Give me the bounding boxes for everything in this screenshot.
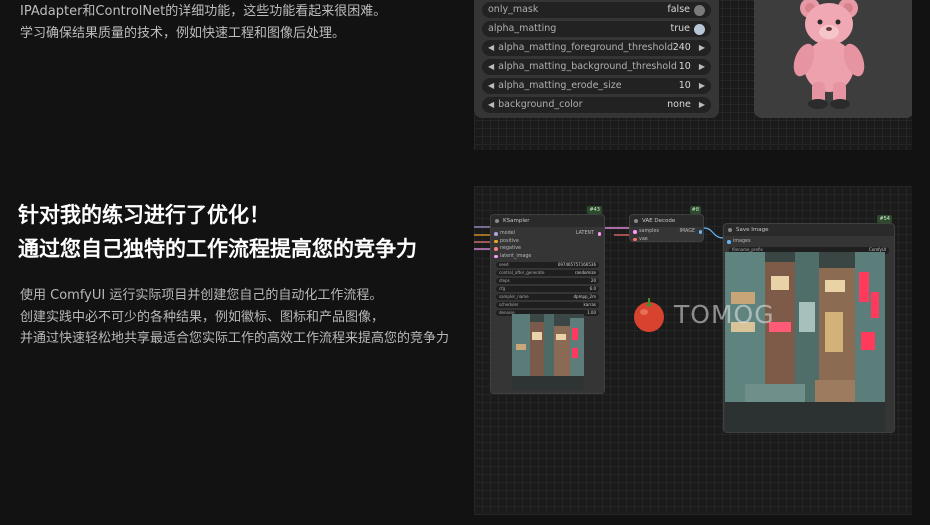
input-slot-vae[interactable]: vae xyxy=(630,236,703,244)
cfg-widget[interactable]: cfg 6.0 xyxy=(496,285,599,292)
section-headline: 针对我的练习进行了优化！ 通过您自己独特的工作流程提高您的竞争力 xyxy=(18,198,474,266)
save-image-title[interactable]: Save Image xyxy=(724,224,894,236)
intro-line-2: 学习确保结果质量的技术，例如快速工程和图像后处理。 xyxy=(20,26,346,41)
input-slot-positive[interactable]: positive xyxy=(491,238,604,246)
section-body: 使用 ComfyUI 运行实际项目并创建您自己的自动化工作流程。 创建实践中必不… xyxy=(20,285,474,350)
decrement-arrow-icon[interactable]: ◀ xyxy=(488,40,494,56)
intro-line-1: IPAdapter和ControlNet的详细功能，这些功能看起来很困难。 xyxy=(20,4,387,19)
toggle-knob-icon xyxy=(694,4,705,16)
only-mask-toggle[interactable]: only_mask false xyxy=(482,2,711,18)
image-preview-node[interactable] xyxy=(754,0,912,118)
node-id-badge: #54 xyxy=(877,215,892,223)
increment-arrow-icon[interactable]: ▶ xyxy=(699,59,705,75)
foreground-threshold-widget[interactable]: ◀ alpha_matting_foreground_threshold 240… xyxy=(482,40,711,56)
slot-dot-icon xyxy=(494,232,498,236)
alpha-matting-toggle[interactable]: alpha_matting true xyxy=(482,21,711,37)
control-after-generate-widget[interactable]: control_after_generate randomize xyxy=(496,269,599,276)
slot-dot-icon xyxy=(727,240,731,244)
slot-dot-icon xyxy=(633,237,637,241)
decrement-arrow-icon[interactable]: ◀ xyxy=(488,97,494,113)
saved-image-preview xyxy=(725,252,885,432)
input-slot-images[interactable]: images xyxy=(724,238,894,246)
watermark-text: TOMOG xyxy=(674,300,775,329)
output-slot-latent[interactable]: LATENT xyxy=(576,231,601,236)
input-slot-latent-image[interactable]: latent_image xyxy=(491,253,604,261)
scheduler-widget[interactable]: scheduler karras xyxy=(496,301,599,308)
seed-widget[interactable]: seed 697465757166536 xyxy=(496,261,599,268)
node-id-badge: #43 xyxy=(587,206,602,214)
input-slot-negative[interactable]: negative xyxy=(491,245,604,253)
sampler-name-widget[interactable]: sampler_name dpmpp_2m xyxy=(496,293,599,300)
remove-background-node[interactable]: only_mask false alpha_matting true ◀ alp… xyxy=(474,0,719,118)
output-slot-image[interactable]: IMAGE xyxy=(680,229,702,234)
ksampler-node[interactable]: #43 KSampler model positive negative lat… xyxy=(490,206,605,394)
vae-decode-node[interactable]: #8 VAE Decode samples vae IMAGE xyxy=(629,206,704,244)
pink-bear-image xyxy=(793,0,865,109)
increment-arrow-icon[interactable]: ▶ xyxy=(699,78,705,94)
slot-dot-icon xyxy=(698,230,702,234)
background-threshold-widget[interactable]: ◀ alpha_matting_background_threshold 10 … xyxy=(482,59,711,75)
node-id-badge: #8 xyxy=(689,206,701,214)
slot-dot-icon xyxy=(494,254,498,258)
workflow-canvas[interactable]: #43 KSampler model positive negative lat… xyxy=(474,186,912,515)
body-line-2: 创建实践中必不可少的各种结果，例如徽标、图标和产品图像， xyxy=(20,309,385,325)
slot-dot-icon xyxy=(494,247,498,251)
slot-dot-icon xyxy=(633,230,637,234)
slot-dot-icon xyxy=(494,239,498,243)
ksampler-title[interactable]: KSampler xyxy=(491,215,604,227)
increment-arrow-icon[interactable]: ▶ xyxy=(699,40,705,56)
canvas-top[interactable]: only_mask false alpha_matting true ◀ alp… xyxy=(474,0,912,150)
increment-arrow-icon[interactable]: ▶ xyxy=(699,97,705,113)
tomato-logo-icon xyxy=(634,298,664,332)
headline-line-2: 通过您自己独特的工作流程提高您的竞争力 xyxy=(18,237,417,261)
intro-text: IPAdapter和ControlNet的详细功能，这些功能看起来很困难。 学习… xyxy=(20,1,474,45)
erode-size-widget[interactable]: ◀ alpha_matting_erode_size 10 ▶ xyxy=(482,78,711,94)
slot-dot-icon xyxy=(597,232,601,236)
body-line-3: 并通过快速轻松地共享最适合您实际工作的高效工作流程来提高您的竞争力 xyxy=(20,331,450,346)
body-line-1: 使用 ComfyUI 运行实际项目并创建您自己的自动化工作流程。 xyxy=(20,288,383,303)
toggle-knob-icon xyxy=(694,23,705,35)
vae-decode-title[interactable]: VAE Decode xyxy=(630,215,703,227)
decrement-arrow-icon[interactable]: ◀ xyxy=(488,78,494,94)
decrement-arrow-icon[interactable]: ◀ xyxy=(488,59,494,75)
background-color-widget[interactable]: ◀ background_color none ▶ xyxy=(482,97,711,113)
steps-widget[interactable]: steps 20 xyxy=(496,277,599,284)
headline-line-1: 针对我的练习进行了优化！ xyxy=(18,203,270,227)
brand-watermark: TOMOG xyxy=(630,294,810,334)
ksampler-preview-image xyxy=(512,314,584,390)
